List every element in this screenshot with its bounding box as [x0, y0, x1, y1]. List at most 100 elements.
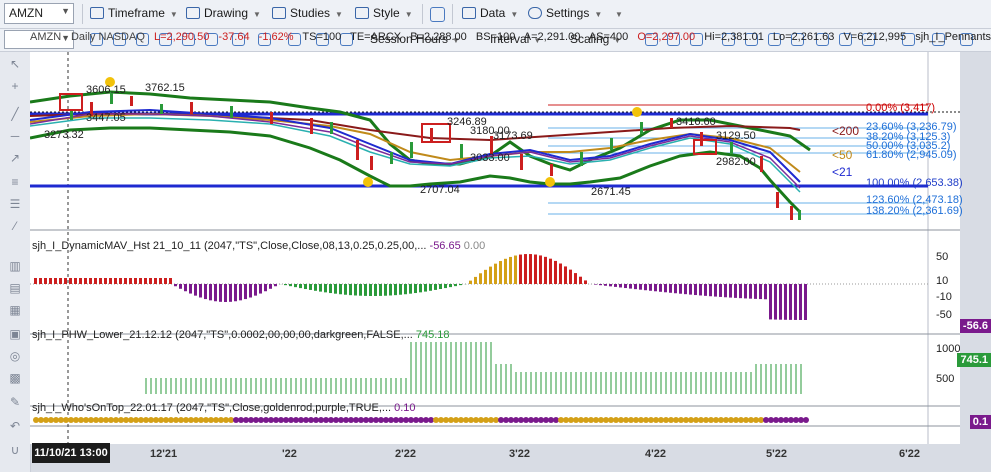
drawing-menu[interactable]: Drawing ▼	[186, 6, 261, 20]
who-pane-title: sjh_I_Who'sOnTop_22.01.17 (2047,"TS",Clo…	[32, 402, 416, 414]
mav-bar	[434, 284, 437, 290]
mav-bar	[569, 269, 572, 284]
channel-tool-icon[interactable]: ≡	[8, 176, 22, 188]
mav-bar	[689, 284, 692, 295]
studies-menu[interactable]: Studies ▼	[272, 6, 343, 20]
mav-bar	[529, 254, 532, 284]
mav-bar	[669, 284, 672, 293]
mav-bar	[554, 260, 557, 284]
timeframe-menu[interactable]: Timeframe ▼	[90, 6, 178, 20]
settings-menu[interactable]: Settings ▼	[528, 6, 602, 20]
pane6-icon[interactable]: ▩	[8, 372, 22, 384]
pane2-icon[interactable]: ▤	[8, 282, 22, 294]
layout-icon[interactable]	[430, 7, 445, 22]
mav-badge: -56.6	[959, 319, 991, 333]
x-tick-3: 2'22	[395, 448, 416, 460]
mav-bar	[394, 284, 397, 296]
mav-bar	[164, 278, 167, 284]
label-3033: 3033.00	[470, 152, 510, 164]
mav-bar	[564, 266, 567, 284]
mav-bar	[459, 284, 462, 286]
crosshair-tool-icon[interactable]: +	[8, 80, 22, 92]
mav-bar	[609, 284, 612, 287]
ma200-label: <200	[832, 124, 860, 138]
mav-bar	[734, 284, 737, 298]
mav-y-50: 50	[936, 251, 948, 263]
data-menu[interactable]: Data ▼	[462, 6, 518, 20]
mav-bar	[664, 284, 667, 293]
mav-bar	[429, 284, 432, 291]
style-menu[interactable]: Style ▼	[355, 6, 413, 20]
main-toolbar: AMZN ▼ Timeframe ▼ Drawing ▼ Studies ▼ Style…	[0, 0, 991, 29]
pane1-icon[interactable]: ▥	[8, 260, 22, 272]
mav-bar	[294, 284, 297, 288]
mav-bar	[79, 278, 82, 284]
mav-bar	[149, 278, 152, 284]
phw-badge: 745.1	[957, 353, 991, 367]
pane7-icon[interactable]: ✎	[8, 396, 22, 408]
label-3273: 3273.32	[44, 129, 84, 141]
mav-bar	[794, 284, 797, 320]
mav-bar	[39, 278, 42, 284]
mav-bar	[139, 278, 142, 284]
label-3416: 3416.60	[676, 116, 716, 128]
mav-bar	[694, 284, 697, 296]
mav-bar	[744, 284, 747, 299]
mav-bar	[504, 258, 507, 284]
mav-bar	[539, 255, 542, 284]
mav-bar	[54, 278, 57, 284]
mav-bar	[239, 284, 242, 301]
who-on-top-dots	[33, 417, 809, 423]
more-menu[interactable]: ▼	[610, 6, 623, 20]
magnet-icon[interactable]: ∪	[8, 444, 22, 456]
mav-bar	[619, 284, 622, 288]
mav-bar	[534, 254, 537, 284]
mav-bar	[119, 278, 122, 284]
mav-bar	[579, 276, 582, 284]
fib-tool-icon[interactable]: ☰	[8, 198, 22, 210]
mav-bar	[444, 284, 447, 289]
undo-icon[interactable]: ↶	[8, 420, 22, 432]
mav-bar	[479, 273, 482, 284]
phw-pane-title: sjh_I_PHW_Lower_21.12.12 (2047,"TS",0.00…	[32, 329, 450, 341]
pane3-icon[interactable]: ▦	[8, 304, 22, 316]
pane4-icon[interactable]: ▣	[8, 328, 22, 340]
mav-bar	[129, 278, 132, 284]
mav-bar	[559, 263, 562, 284]
who-dot	[803, 417, 809, 423]
mav-bar	[269, 284, 272, 289]
fib-0: 0.00% (3,417)	[866, 102, 936, 114]
mav-bar	[804, 284, 807, 320]
pointer-icon[interactable]: ↖	[8, 58, 22, 70]
ma21-label: <21	[832, 165, 853, 179]
mav-bar	[99, 278, 102, 284]
fan-tool-icon[interactable]: ⁄	[8, 220, 22, 232]
mav-bar	[544, 256, 547, 284]
hline-tool-icon[interactable]: ─	[8, 130, 22, 142]
fib-138: 138.20% (2,361.69)	[866, 205, 963, 217]
mav-bar	[154, 278, 157, 284]
trend-tool-icon[interactable]: ╱	[8, 108, 22, 120]
x-tick-7: 6'22	[899, 448, 920, 460]
mav-bar	[759, 284, 762, 300]
symbol-input[interactable]: AMZN ▼	[4, 3, 74, 24]
mav-bar	[799, 284, 802, 320]
mav-bar	[634, 284, 637, 290]
cursor-date: 11/10/21 13:00	[32, 443, 110, 463]
mav-bar	[309, 284, 312, 290]
mav-bar	[49, 278, 52, 284]
pane5-icon[interactable]: ◎	[8, 350, 22, 362]
mav-bar	[249, 284, 252, 298]
mav-bar	[254, 284, 257, 296]
mav-bar	[719, 284, 722, 297]
mav-bar	[134, 278, 137, 284]
mav-bar	[174, 284, 177, 287]
mav-bar	[724, 284, 727, 298]
phw-y-500: 500	[936, 373, 954, 385]
ray-tool-icon[interactable]: ↗	[8, 152, 22, 164]
who-badge: 0.1	[969, 415, 991, 429]
mav-bar	[494, 263, 497, 284]
label-3447: 3447.05	[86, 112, 126, 124]
mav-bar	[654, 284, 657, 292]
mav-bar	[739, 284, 742, 299]
